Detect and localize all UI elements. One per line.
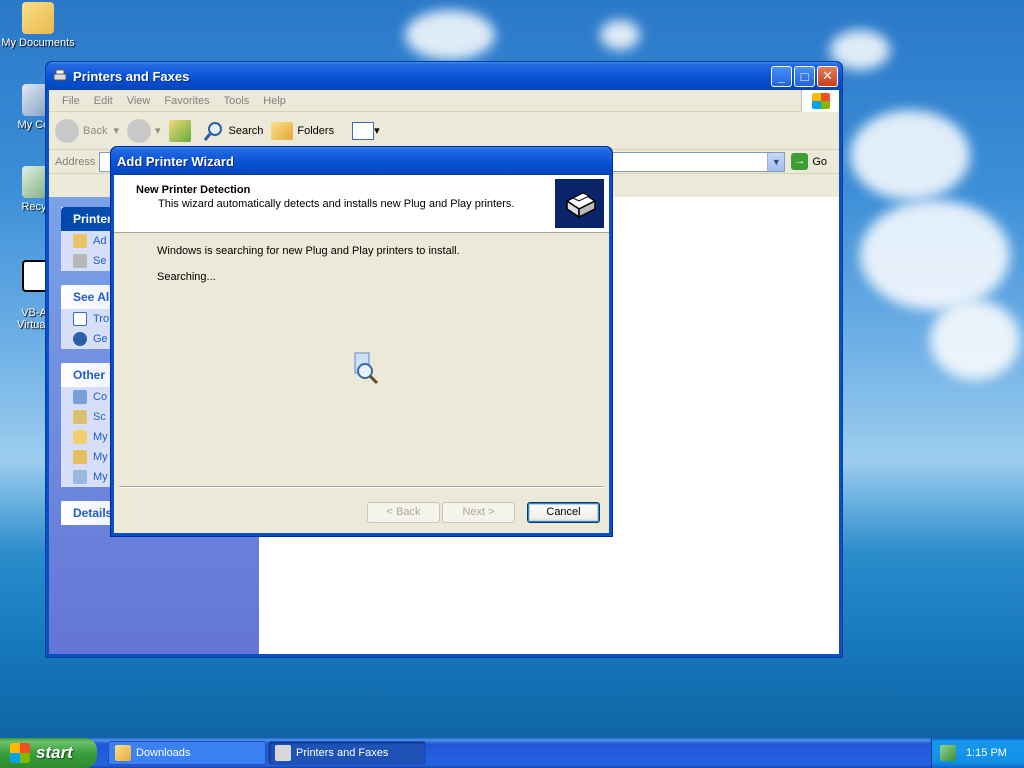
menu-help[interactable]: Help [256, 95, 293, 107]
menu-view[interactable]: View [120, 95, 158, 107]
forward-dropdown-icon: ▾ [155, 125, 161, 137]
task-item-label: Ad [93, 235, 107, 247]
system-tray: 1:15 PM [931, 738, 1024, 768]
maximize-button[interactable]: □ [794, 65, 815, 87]
back-button[interactable]: < Back [367, 502, 440, 523]
magnifier-search-icon [354, 352, 379, 385]
wizard-header: New Printer Detection This wizard automa… [114, 175, 609, 233]
task-item-label: Ge [93, 333, 108, 345]
taskbar-item-printers-faxes[interactable]: Printers and Faxes [268, 741, 426, 765]
search-icon [203, 121, 222, 141]
dialog-titlebar[interactable]: Add Printer Wizard [111, 147, 612, 175]
wizard-header-title: New Printer Detection [136, 184, 251, 196]
task-item-label: Sc [93, 411, 106, 423]
task-item-label: Co [93, 391, 108, 403]
search-label: Search [228, 124, 264, 137]
go-arrow-icon: → [791, 153, 809, 170]
wizard-message: Windows is searching for new Plug and Pl… [157, 245, 460, 257]
close-button[interactable]: ✕ [817, 65, 838, 87]
question-icon [73, 332, 87, 346]
taskbar: start Downloads Printers and Faxes 1:15 … [0, 738, 1024, 768]
minimize-button[interactable]: _ [771, 65, 792, 87]
address-dropdown-icon[interactable]: ▼ [767, 152, 785, 171]
wizard-status: Searching... [157, 271, 216, 283]
taskbar-item-label: Printers and Faxes [296, 747, 389, 759]
cloud [930, 300, 1020, 380]
views-button[interactable]: ▾ [352, 121, 380, 140]
dialog-separator [119, 486, 604, 488]
back-arrow-icon [55, 118, 79, 143]
control-panel-icon [73, 390, 87, 404]
printer-icon [275, 745, 291, 761]
address-label: Address [55, 155, 96, 168]
task-item-label: Se [93, 255, 107, 267]
taskbar-item-downloads[interactable]: Downloads [108, 741, 266, 765]
start-button[interactable]: start [0, 738, 97, 768]
scanner-icon [73, 410, 87, 424]
back-dropdown-icon: ▾ [113, 125, 119, 137]
desktop-icon-my-documents[interactable]: My Documents [0, 2, 76, 49]
folder-icon [22, 2, 54, 34]
cloud [850, 110, 970, 200]
start-label: start [36, 743, 73, 762]
menu-bar: File Edit View Favorites Tools Help [49, 90, 839, 112]
folder-icon [115, 745, 131, 761]
back-label: Back [83, 124, 108, 137]
windows-logo-icon [10, 743, 30, 763]
taskbar-item-label: Downloads [136, 747, 191, 759]
cloud [600, 20, 640, 50]
go-button[interactable]: → Go [791, 153, 827, 170]
clock[interactable]: 1:15 PM [966, 747, 1007, 759]
help-icon [73, 312, 87, 326]
next-button[interactable]: Next > [442, 502, 515, 523]
folder-icon [271, 121, 294, 140]
add-printer-wizard-dialog: Add Printer Wizard New Printer Detection… [110, 146, 613, 537]
task-item-label: Tro [93, 313, 110, 325]
fax-icon [73, 254, 87, 268]
up-folder-icon [168, 119, 191, 142]
cloud [860, 200, 1010, 310]
task-item-label: My [93, 431, 108, 443]
go-label: Go [812, 155, 827, 168]
up-folder-button[interactable] [168, 119, 191, 142]
printer-icon [555, 179, 604, 228]
dialog-title: Add Printer Wizard [117, 153, 234, 169]
forward-button[interactable]: ▾ [127, 118, 161, 143]
window-titlebar[interactable]: Printers and Faxes _ □ ✕ [46, 62, 842, 90]
forward-arrow-icon [127, 118, 151, 143]
window-title: Printers and Faxes [73, 68, 190, 84]
toolbar: Back ▾ ▾ Search Folders ▾ [49, 112, 839, 150]
search-button[interactable]: Search [203, 120, 264, 142]
cloud [405, 10, 495, 60]
folders-label: Folders [297, 124, 335, 137]
windows-logo-icon [801, 90, 839, 112]
folders-button[interactable]: Folders [271, 121, 335, 140]
views-dropdown-icon: ▾ [374, 125, 380, 137]
menu-tools[interactable]: Tools [217, 95, 257, 107]
computer-icon [73, 470, 87, 484]
printer-icon [53, 69, 67, 81]
cancel-button[interactable]: Cancel [527, 502, 600, 523]
task-item-label: My [93, 471, 108, 483]
back-button[interactable]: Back ▾ [55, 118, 119, 143]
network-icon[interactable] [940, 745, 956, 761]
task-item-label: My [93, 451, 108, 463]
pictures-folder-icon [73, 450, 87, 464]
menu-favorites[interactable]: Favorites [157, 95, 216, 107]
menu-edit[interactable]: Edit [87, 95, 120, 107]
desktop-icon-label: My Documents [1, 37, 75, 49]
views-icon [352, 121, 375, 140]
add-printer-icon [73, 234, 87, 248]
menu-file[interactable]: File [55, 95, 87, 107]
folder-icon [73, 430, 87, 444]
wizard-header-subtitle: This wizard automatically detects and in… [158, 198, 515, 210]
